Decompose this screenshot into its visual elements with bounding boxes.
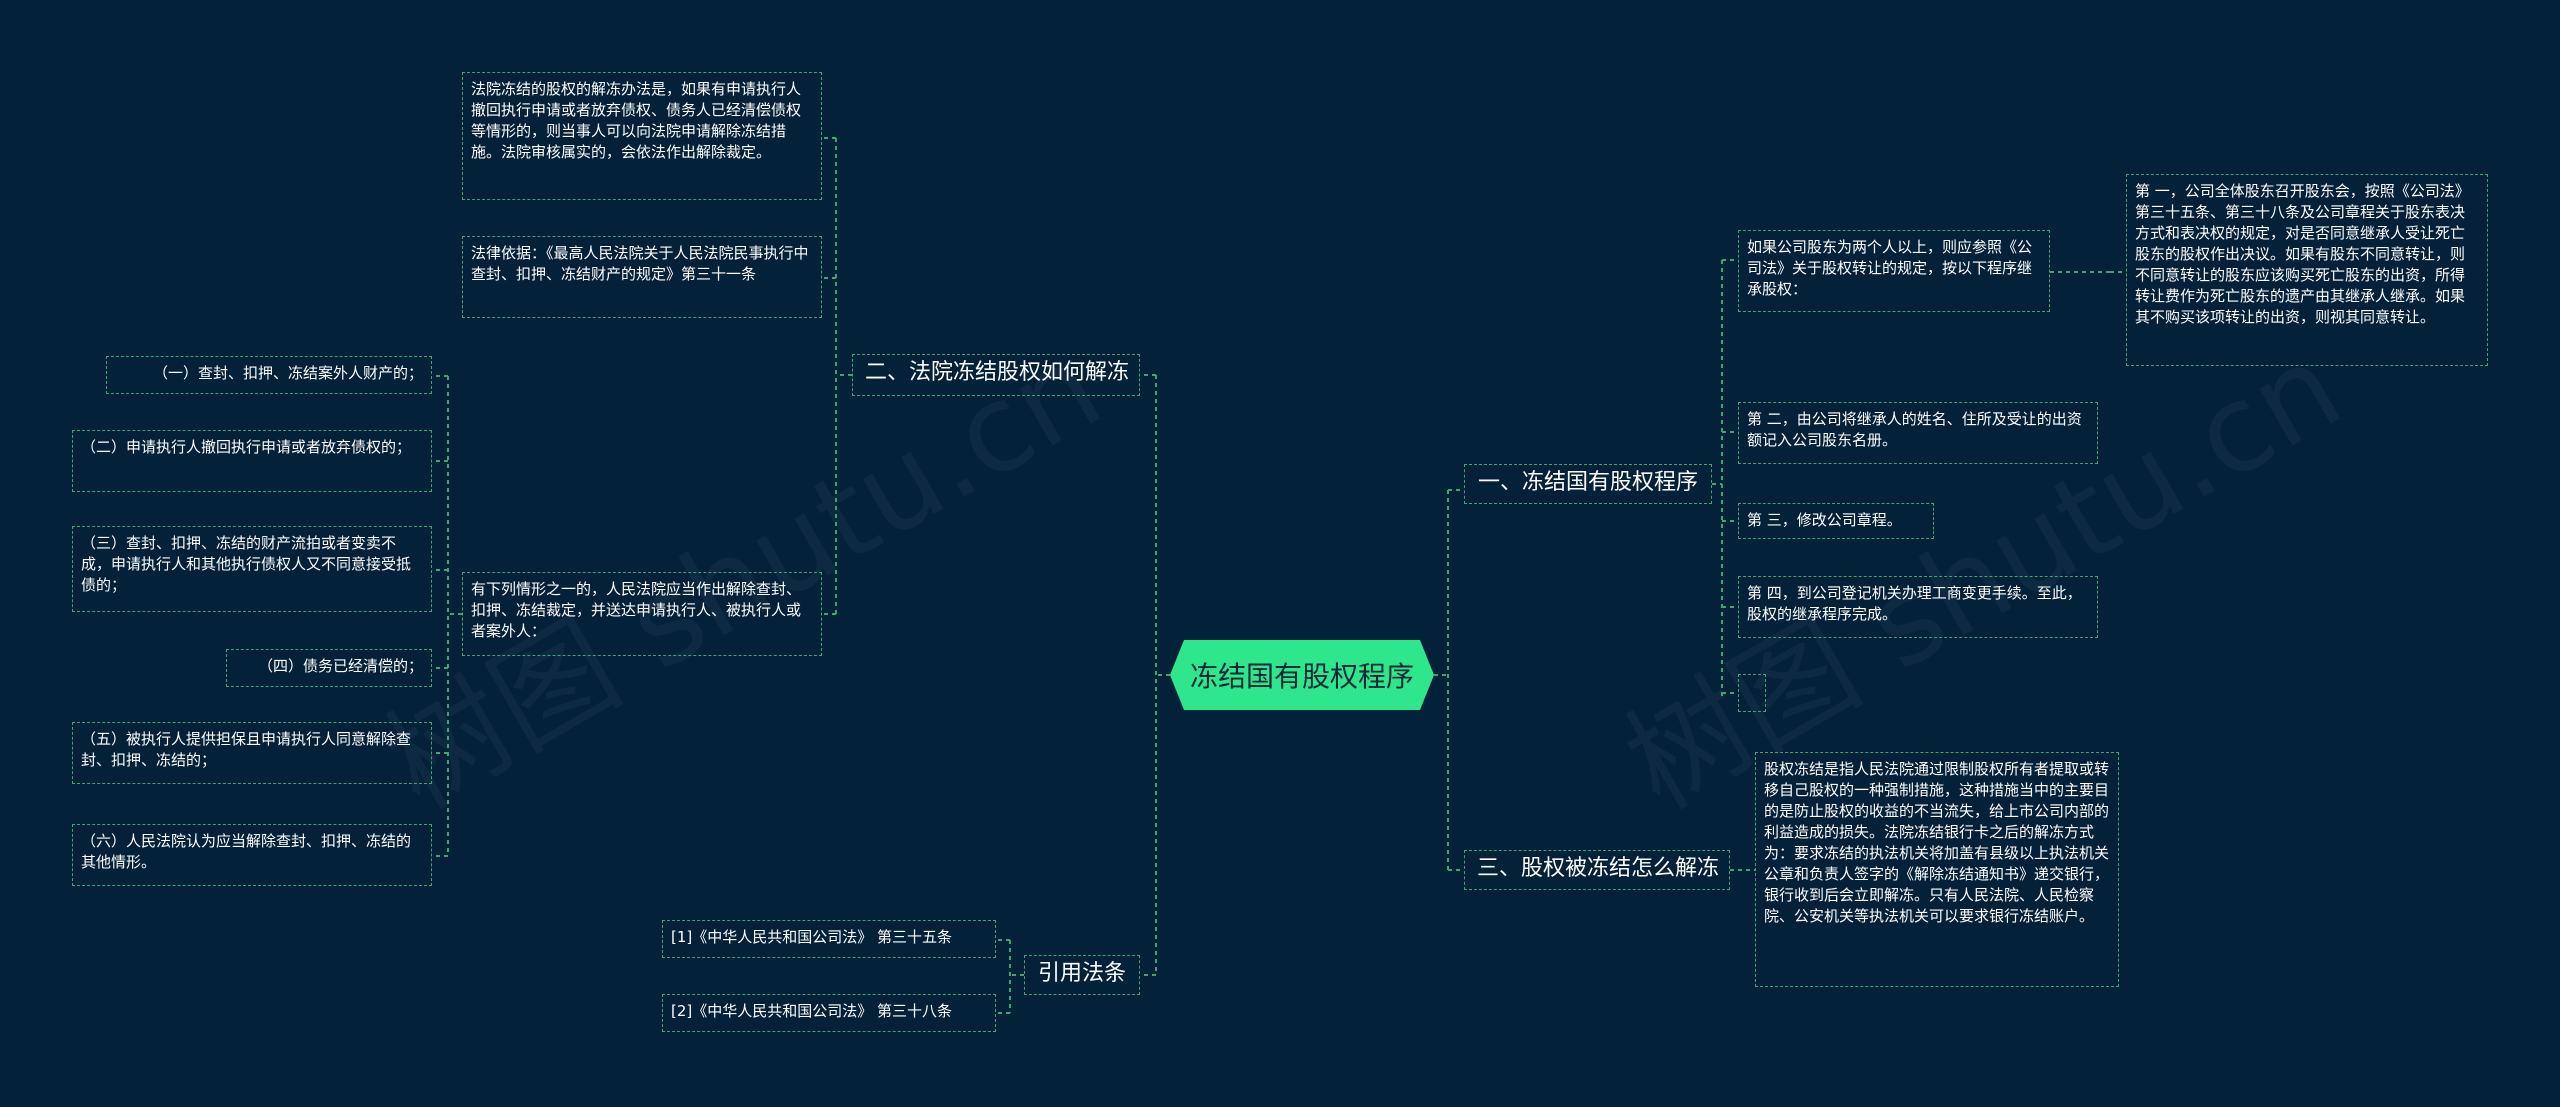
procedure-step2-node[interactable]: 第 二，由公司将继承人的姓名、住所及受让的出资额记入公司股东名册。	[1738, 402, 2098, 464]
condition-item[interactable]: （六）人民法院认为应当解除查封、扣押、冻结的其他情形。	[72, 824, 432, 886]
court-unfreeze-method-node[interactable]: 法院冻结的股权的解冻办法是，如果有申请执行人撤回执行申请或者放弃债权、债务人已经…	[462, 72, 822, 200]
condition-item[interactable]: （二）申请执行人撤回执行申请或者放弃债权的；	[72, 430, 432, 492]
branch-how-to-unfreeze[interactable]: 三、股权被冻结怎么解冻	[1464, 850, 1730, 890]
condition-item[interactable]: （三）查封、扣押、冻结的财产流拍或者变卖不成，申请执行人和其他执行债权人又不同意…	[72, 526, 432, 612]
root-node[interactable]: 冻结国有股权程序	[1170, 640, 1434, 710]
procedure-step4-node[interactable]: 第 四，到公司登记机关办理工商变更手续。至此，股权的继承程序完成。	[1738, 576, 2098, 638]
procedure-step3-node[interactable]: 第 三，修改公司章程。	[1738, 503, 1934, 539]
condition-item[interactable]: （一）查封、扣押、冻结案外人财产的；	[106, 356, 432, 394]
condition-item[interactable]: （五）被执行人提供担保且申请执行人同意解除查封、扣押、冻结的；	[72, 722, 432, 784]
mindmap-canvas: 树图 shutu.cn 树图 shutu.cn 冻结国有股权程序 一、冻结国有股…	[0, 0, 2560, 1107]
procedure-intro-node[interactable]: 如果公司股东为两个人以上，则应参照《公司法》关于股权转让的规定，按以下程序继承股…	[1738, 230, 2050, 312]
empty-node[interactable]	[1738, 674, 1766, 712]
cited-law-item[interactable]: [1]《中华人民共和国公司法》 第三十五条	[662, 920, 996, 958]
branch-cited-laws[interactable]: 引用法条	[1024, 955, 1140, 995]
release-conditions-node[interactable]: 有下列情形之一的，人民法院应当作出解除查封、扣押、冻结裁定，并送达申请执行人、被…	[462, 572, 822, 656]
condition-item[interactable]: （四）债务已经清偿的；	[226, 649, 432, 687]
legal-basis-node[interactable]: 法律依据：《最高人民法院关于人民法院民事执行中查封、扣押、冻结财产的规定》第三十…	[462, 236, 822, 318]
root-label: 冻结国有股权程序	[1189, 660, 1414, 693]
unfreeze-detail-node[interactable]: 股权冻结是指人民法院通过限制股权所有者提取或转移自己股权的一种强制措施，这种措施…	[1755, 752, 2119, 987]
branch-court-unfreeze[interactable]: 二、法院冻结股权如何解冻	[852, 354, 1140, 396]
procedure-step1-node[interactable]: 第 一，公司全体股东召开股东会，按照《公司法》第三十五条、第三十八条及公司章程关…	[2126, 174, 2488, 366]
cited-law-item[interactable]: [2]《中华人民共和国公司法》 第三十八条	[662, 994, 996, 1032]
branch-freeze-procedure[interactable]: 一、冻结国有股权程序	[1464, 464, 1712, 504]
